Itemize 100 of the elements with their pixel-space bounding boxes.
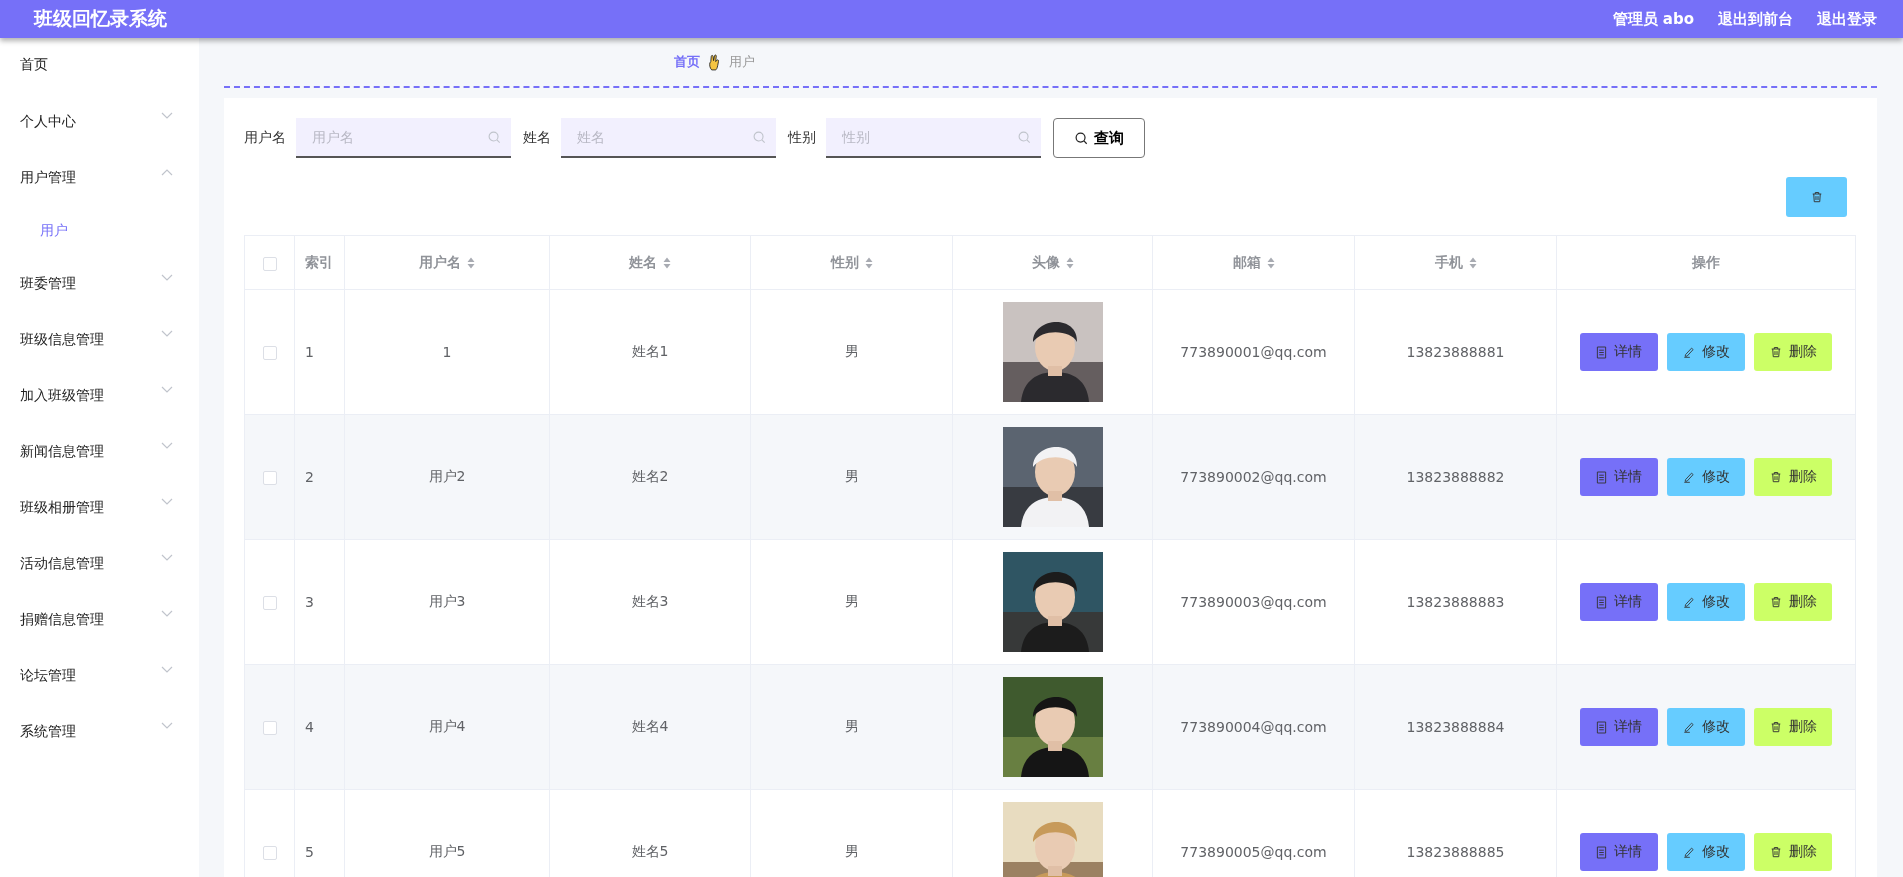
document-icon	[1596, 345, 1607, 359]
table-cell: 男	[844, 468, 859, 484]
submenu-item[interactable]: 用户	[0, 206, 199, 256]
search-icon	[1018, 131, 1031, 144]
menu-item[interactable]: 系统管理	[0, 704, 199, 760]
edit-button[interactable]: 修改	[1667, 583, 1745, 621]
table-cell: 用户2	[428, 468, 466, 484]
edit-button[interactable]: 修改	[1667, 333, 1745, 371]
search-icon	[488, 131, 501, 144]
remove-button[interactable]: 删除	[1754, 833, 1832, 871]
pencil-icon	[1682, 346, 1695, 358]
column-header: 索引	[305, 253, 333, 272]
search-icon	[1074, 131, 1088, 145]
menu-item[interactable]: 班委管理	[0, 256, 199, 312]
menu-item[interactable]: 首页	[0, 48, 199, 94]
sort-icon	[864, 256, 873, 269]
table-cell: 1	[305, 344, 314, 360]
sort-icon	[663, 256, 671, 269]
trash-icon	[1769, 471, 1782, 483]
edit-button[interactable]: 修改	[1667, 833, 1745, 871]
edit-button[interactable]: 修改	[1667, 458, 1745, 496]
table-cell: 男	[844, 718, 859, 734]
header-link[interactable]: 退出到前台	[1718, 9, 1793, 29]
header-link[interactable]: 管理员 abo	[1612, 9, 1694, 29]
document-icon	[1596, 470, 1607, 484]
trash-icon	[1769, 596, 1782, 608]
remove-button[interactable]: 删除	[1754, 458, 1832, 496]
menu-item[interactable]: 个人中心	[0, 94, 199, 150]
table-cell: 13823888881	[1406, 344, 1505, 360]
table-cell: 姓名2	[631, 468, 669, 484]
trash-icon	[1769, 846, 1782, 858]
search-field[interactable]: 用户名	[296, 118, 511, 158]
table-cell: 用户4	[428, 718, 466, 734]
checkbox[interactable]	[262, 721, 277, 735]
checkbox[interactable]	[262, 846, 277, 860]
search-field[interactable]: 姓名	[561, 118, 776, 158]
column-header: 手机	[1434, 253, 1477, 272]
edit-button[interactable]: 修改	[1667, 708, 1745, 746]
table-cell: 3	[305, 594, 314, 610]
table-cell: 13823888884	[1406, 719, 1505, 735]
table-cell: 13823888883	[1406, 594, 1505, 610]
delete-button[interactable]	[1786, 177, 1847, 217]
app-title: 班级回忆录系统	[34, 6, 167, 31]
table-cell: 男	[844, 343, 859, 359]
trash-icon	[1769, 721, 1782, 733]
query-button[interactable]: 查询	[1053, 118, 1145, 158]
table-cell: 13823888885	[1406, 844, 1505, 860]
document-icon	[1596, 845, 1607, 859]
header-link[interactable]: 退出登录	[1817, 9, 1877, 29]
search-icon	[753, 131, 766, 144]
menu-item[interactable]: 班级相册管理	[0, 480, 199, 536]
table-cell: 男	[844, 593, 859, 609]
table-cell: 773890005@qq.com	[1180, 844, 1327, 860]
checkbox[interactable]	[262, 346, 277, 360]
menu-item[interactable]: 班级信息管理	[0, 312, 199, 368]
trash-icon	[1810, 191, 1823, 203]
menu-item[interactable]: 活动信息管理	[0, 536, 199, 592]
pencil-icon	[1682, 846, 1695, 858]
sort-icon	[1266, 256, 1275, 269]
table-cell: 773890002@qq.com	[1180, 469, 1327, 485]
column-header: 操作	[1692, 253, 1720, 272]
table-cell: 男	[844, 843, 859, 859]
column-header: 性别	[830, 253, 873, 272]
pencil-icon	[1682, 471, 1695, 483]
pencil-icon	[1682, 721, 1695, 733]
column-header: 姓名	[629, 253, 671, 272]
hand-icon	[708, 53, 721, 71]
field-label: 性别	[788, 129, 816, 147]
table-cell: 姓名5	[631, 843, 669, 859]
table-cell: 13823888882	[1406, 469, 1505, 485]
menu-item[interactable]: 论坛管理	[0, 648, 199, 704]
trash-icon	[1769, 346, 1782, 358]
table-cell: 姓名3	[631, 593, 669, 609]
table-cell: 773890001@qq.com	[1180, 344, 1327, 360]
menu-item[interactable]: 捐赠信息管理	[0, 592, 199, 648]
document-icon	[1596, 720, 1607, 734]
column-header: 邮箱	[1232, 253, 1275, 272]
table-cell: 姓名1	[631, 343, 669, 359]
sort-icon	[1468, 256, 1477, 269]
pencil-icon	[1682, 596, 1695, 608]
menu-item[interactable]: 新闻信息管理	[0, 424, 199, 480]
breadcrumb-link[interactable]: 首页	[674, 53, 700, 71]
table-cell: 用户3	[428, 593, 466, 609]
table-cell: 773890004@qq.com	[1180, 719, 1327, 735]
field-label: 用户名	[244, 129, 286, 147]
table-cell: 5	[305, 844, 314, 860]
column-header: 头像	[1031, 253, 1074, 272]
remove-button[interactable]: 删除	[1754, 708, 1832, 746]
table-cell: 用户5	[428, 843, 466, 859]
document-icon	[1596, 595, 1607, 609]
menu-item[interactable]: 用户管理	[0, 150, 199, 206]
menu-item[interactable]: 加入班级管理	[0, 368, 199, 424]
remove-button[interactable]: 删除	[1754, 333, 1832, 371]
checkbox[interactable]	[262, 471, 277, 485]
table-cell: 4	[305, 719, 314, 735]
checkbox[interactable]	[262, 596, 277, 610]
column-header: 用户名	[419, 253, 475, 272]
table-cell: 2	[305, 469, 314, 485]
remove-button[interactable]: 删除	[1754, 583, 1832, 621]
checkbox[interactable]	[262, 256, 277, 271]
